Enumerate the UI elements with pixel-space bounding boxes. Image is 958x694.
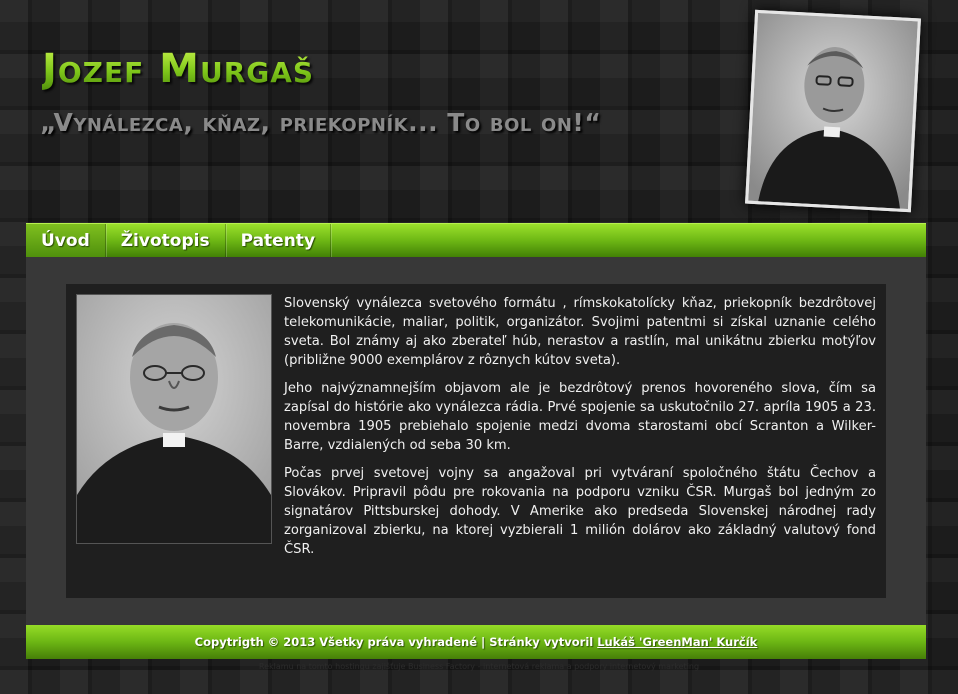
nav-item-uvod[interactable]: Úvod: [26, 224, 106, 258]
nav-item-zivotopis[interactable]: Životopis: [106, 224, 226, 258]
footer-text: Copytrigth © 2013 Všetky práva vyhradené…: [194, 635, 598, 649]
main-navigation: Úvod Životopis Patenty: [26, 223, 926, 258]
portrait-photo: [76, 294, 272, 544]
site-subtitle: „Vynálezca, kňaz, priekopník... To bol o…: [40, 108, 602, 137]
main-content-area: Slovenský vynálezca svetového formátu , …: [26, 257, 926, 625]
header-portrait-photo: [745, 9, 921, 213]
site-footer: Copytrigth © 2013 Všetky práva vyhradené…: [26, 625, 926, 659]
content-box: Slovenský vynálezca svetového formátu , …: [66, 284, 886, 598]
site-header: Jozef Murgaš „Vynálezca, kňaz, priekopní…: [0, 0, 958, 222]
hosting-note: Reklamu na tomto hostingu zajišťuje Busi…: [258, 662, 700, 671]
site-title: Jozef Murgaš: [42, 46, 315, 92]
author-link[interactable]: Lukáš 'GreenMan' Kurčík: [597, 635, 757, 649]
nav-item-patenty[interactable]: Patenty: [226, 224, 332, 258]
